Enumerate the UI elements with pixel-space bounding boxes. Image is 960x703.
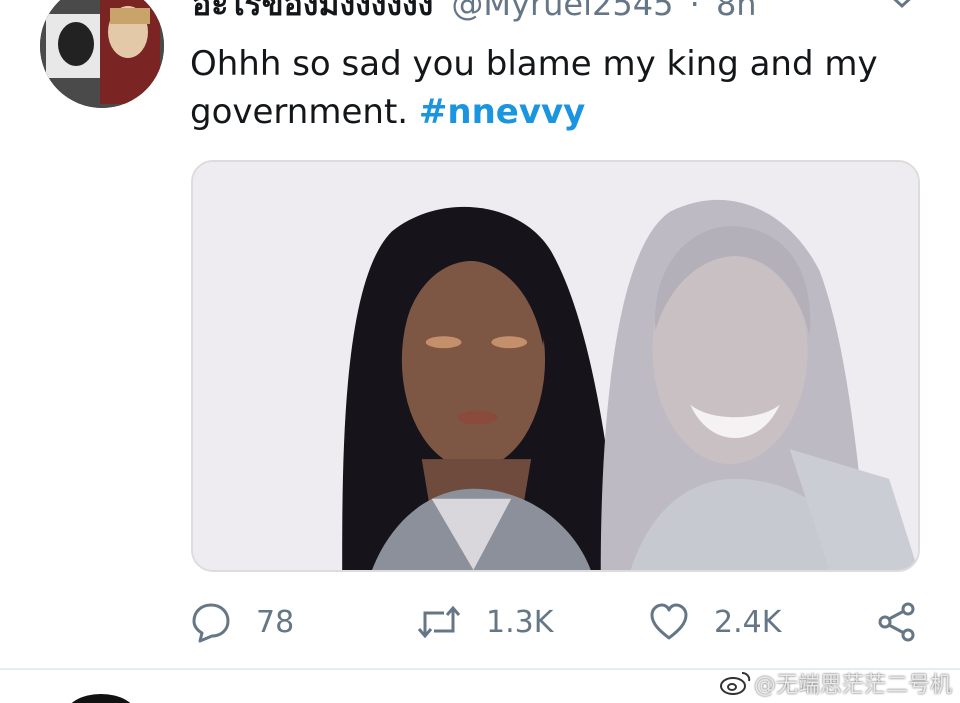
retweet-count: 1.3K: [486, 604, 554, 640]
like-button[interactable]: 2.4K: [648, 598, 781, 646]
separator-dot: ·: [689, 0, 700, 23]
like-count: 2.4K: [714, 604, 782, 640]
heart-icon: [650, 603, 688, 640]
tweet-actions: 78 1.3K 2.4K: [0, 598, 960, 646]
chevron-down-icon: [893, 0, 911, 9]
retweet-button[interactable]: 1.3K: [416, 598, 553, 646]
next-tweet-avatar[interactable]: [66, 694, 136, 703]
watermark: @无端思茫茫二号机: [718, 668, 952, 698]
reply-icon: [192, 603, 230, 643]
timestamp[interactable]: 8h: [716, 0, 757, 23]
tweet-menu-button[interactable]: [885, 0, 919, 12]
retweet-icon: [417, 605, 461, 639]
share-icon: [878, 602, 915, 642]
weibo-logo-icon: [719, 672, 751, 695]
watermark-text: @无端思茫茫二号机: [753, 673, 952, 698]
reply-button[interactable]: 78: [190, 598, 294, 646]
user-handle[interactable]: @Myruel2545: [451, 0, 673, 23]
share-button[interactable]: [876, 598, 918, 646]
avatar-image: [40, 0, 164, 108]
avatar[interactable]: [40, 0, 164, 108]
meme-image: [193, 162, 918, 570]
tweet-text: Ohhh so sad you blame my king and my gov…: [190, 40, 910, 136]
hashtag-link[interactable]: #nnevvy: [419, 92, 585, 132]
tweet-header: อะไรของมึงงงงงง @Myruel2545 · 8h: [192, 0, 757, 26]
display-name[interactable]: อะไรของมึงงงงงง: [192, 0, 433, 23]
tweet-media[interactable]: [191, 160, 920, 572]
reply-count: 78: [256, 604, 295, 640]
